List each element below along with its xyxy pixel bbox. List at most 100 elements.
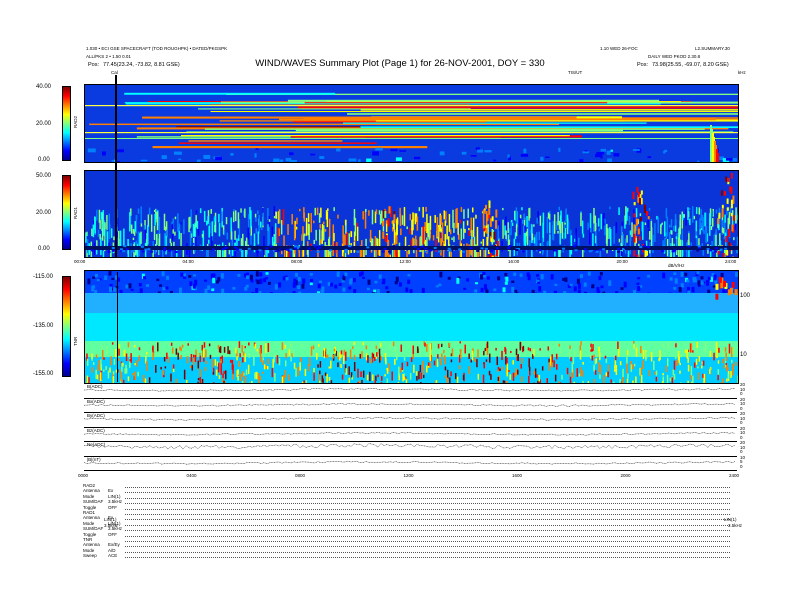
tnr-high-cell bbox=[119, 289, 123, 294]
tnr-emission-cell bbox=[468, 366, 471, 375]
tnr-emission-cell bbox=[443, 355, 446, 365]
tnr-emission-cell bbox=[477, 349, 479, 358]
tnr-high-cell bbox=[700, 281, 704, 285]
tnr-emission-cell bbox=[444, 375, 447, 379]
tnr-emission-cell bbox=[215, 369, 218, 376]
rad1-emission-cell bbox=[618, 207, 620, 216]
tnr-emission-cell bbox=[497, 369, 499, 372]
tnr-emission-cell bbox=[659, 357, 661, 360]
tnr-emission-cell bbox=[309, 357, 311, 366]
tnr-high-cell bbox=[146, 284, 150, 287]
rad1-time-tick-label: 12:00 bbox=[399, 259, 411, 264]
tnr-emission-cell bbox=[341, 374, 344, 380]
tnr-high-cell bbox=[407, 279, 411, 284]
tnr-emission-cell bbox=[510, 350, 512, 353]
rad1-emission-cell bbox=[148, 207, 151, 215]
tnr-emission-cell bbox=[299, 362, 301, 371]
tnr-emission-cell bbox=[679, 370, 681, 374]
rad1-emission-cell bbox=[436, 217, 439, 231]
rad2-noise-cell bbox=[375, 147, 383, 151]
rad1-noise-cell bbox=[259, 246, 263, 249]
rad1-emission-cell bbox=[468, 228, 470, 231]
rad1-emission-cell bbox=[344, 219, 347, 226]
tnr-emission-cell bbox=[554, 374, 557, 382]
tnr-emission-cell bbox=[352, 346, 354, 349]
rad1-emission-cell bbox=[192, 237, 195, 243]
rad1-emission-cell bbox=[733, 237, 735, 241]
rad1-emission-cell bbox=[129, 212, 131, 232]
rad1-emission-cell bbox=[397, 249, 400, 257]
rad2-interference-line bbox=[152, 146, 428, 149]
tnr-emission-cell bbox=[170, 342, 173, 346]
tnr-emission-cell bbox=[622, 368, 624, 378]
tnr-high-cell bbox=[713, 274, 717, 281]
rad1-emission-cell bbox=[487, 224, 489, 238]
rad1-emission-cell bbox=[682, 213, 684, 220]
rad1-emission-cell bbox=[399, 213, 402, 227]
timeseries-trace bbox=[83, 402, 736, 407]
tnr-emission-cell bbox=[582, 361, 584, 365]
tnr-high-cell bbox=[398, 282, 402, 287]
tnr-emission-cell bbox=[735, 361, 737, 367]
tnr-emission-cell bbox=[353, 341, 355, 345]
tnr-colorbar bbox=[62, 276, 71, 377]
rad1-emission-cell bbox=[353, 209, 356, 220]
tnr-emission-cell bbox=[95, 369, 97, 380]
rad1-emission-cell bbox=[582, 248, 584, 257]
tnr-emission-cell bbox=[627, 373, 629, 379]
rad1-burst-cell bbox=[732, 215, 735, 221]
tnr-spectrogram bbox=[84, 270, 739, 384]
timeseries-time-tick-label: 0800 bbox=[295, 473, 306, 478]
rad1-burst-cell bbox=[495, 220, 498, 229]
tnr-emission-cell bbox=[464, 344, 466, 354]
rad1-noise-cell bbox=[447, 247, 451, 250]
rad1-burst-cell bbox=[489, 231, 492, 236]
tnr-emission-cell bbox=[100, 345, 103, 350]
rad1-emission-cell bbox=[679, 214, 682, 235]
tnr-emission-cell bbox=[413, 364, 415, 373]
rad1-emission-cell bbox=[507, 222, 509, 233]
tnr-emission-cell bbox=[451, 348, 454, 357]
tnr-emission-cell bbox=[91, 367, 93, 373]
timeseries-trace bbox=[83, 431, 736, 436]
tnr-emission-cell bbox=[113, 358, 116, 365]
tnr-high-cell bbox=[217, 277, 221, 282]
rad1-emission-cell bbox=[669, 235, 671, 240]
rad1-emission-cell bbox=[453, 236, 455, 243]
rad1-noise-cell bbox=[588, 250, 592, 253]
rad1-emission-cell bbox=[515, 224, 518, 237]
footer-dotted-line bbox=[125, 497, 730, 499]
tnr-emission-cell bbox=[199, 369, 202, 378]
tnr-emission-cell bbox=[91, 353, 93, 359]
rad1-emission-cell bbox=[105, 229, 107, 246]
rad1-emission-cell bbox=[140, 223, 143, 227]
tnr-emission-cell bbox=[692, 375, 694, 383]
footer-row-label: SUM/DAF bbox=[83, 499, 104, 505]
rad1-emission-cell bbox=[365, 208, 367, 213]
tnr-high-cell bbox=[550, 274, 554, 280]
tnr-emission-cell bbox=[312, 345, 315, 350]
tnr-emission-cell bbox=[436, 358, 439, 367]
rad1-emission-cell bbox=[153, 209, 156, 212]
rad1-emission-cell bbox=[277, 227, 279, 244]
tnr-emission-cell bbox=[684, 349, 687, 353]
rad1-noise-cell bbox=[469, 247, 473, 250]
tnr-emission-cell bbox=[235, 347, 237, 354]
tnr-emission-cell bbox=[214, 359, 217, 366]
tnr-high-cell bbox=[94, 289, 98, 294]
rad1-burst-cell bbox=[637, 228, 640, 235]
rad1-emission-cell bbox=[459, 219, 462, 224]
tnr-high-cell bbox=[463, 287, 467, 290]
rad1-emission-cell bbox=[96, 209, 98, 221]
rad1-emission-cell bbox=[510, 220, 512, 236]
tnr-emission-cell bbox=[419, 364, 422, 373]
tnr-emission-cell bbox=[152, 345, 154, 353]
rad2-colorbar bbox=[62, 86, 71, 161]
tnr-emission-cell bbox=[675, 343, 677, 348]
tnr-emission-cell bbox=[290, 342, 292, 349]
timeseries-trace bbox=[83, 388, 736, 392]
tnr-emission-cell bbox=[427, 362, 430, 366]
tnr-high-cell bbox=[405, 287, 409, 293]
rad1-burst-cell bbox=[491, 255, 494, 257]
tnr-high-cell bbox=[161, 271, 165, 277]
